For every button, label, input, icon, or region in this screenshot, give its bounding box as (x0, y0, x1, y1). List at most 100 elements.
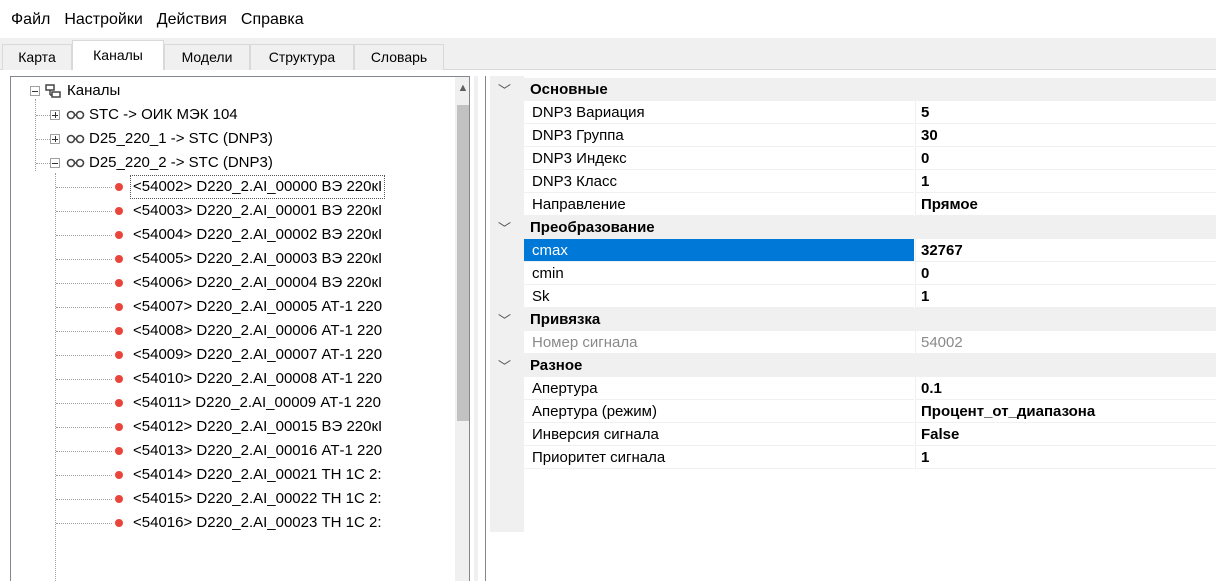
property-name: Инверсия сигнала (524, 423, 914, 446)
tree-item[interactable]: <54002> D220_2.AI_00000 ВЭ 220кI (11, 175, 451, 199)
tab-map[interactable]: Карта (2, 44, 72, 70)
property-value: 54002 (915, 331, 1216, 354)
tree-item[interactable]: <54016> D220_2.AI_00023 ТН 1С 2: (11, 511, 451, 535)
property-name: DNP3 Вариация (524, 101, 914, 124)
status-dot-icon (115, 471, 123, 479)
status-dot-icon (115, 279, 123, 287)
chevron-down-icon[interactable]: ﹀ (498, 80, 511, 99)
property-value[interactable]: Процент_от_диапазона (915, 400, 1216, 423)
menu-file[interactable]: Файл (4, 0, 57, 38)
property-value[interactable]: 1 (915, 170, 1216, 193)
category-binding[interactable]: ﹀ Привязка (490, 308, 1216, 331)
expand-icon[interactable] (50, 110, 60, 120)
property-row: Номер сигнала 54002 (524, 331, 1216, 354)
status-dot-icon (115, 255, 123, 263)
status-dot-icon (115, 519, 123, 527)
status-dot-icon (115, 327, 123, 335)
tree-item-label: <54003> D220_2.AI_00001 ВЭ 220кI (133, 202, 383, 219)
property-row[interactable]: DNP3 Индекс 0 (524, 147, 1216, 170)
tab-models[interactable]: Модели (164, 44, 250, 70)
chevron-down-icon[interactable]: ﹀ (498, 218, 511, 237)
menu-help[interactable]: Справка (234, 0, 311, 38)
network-icon (43, 79, 63, 103)
tree-item[interactable]: <54004> D220_2.AI_00002 ВЭ 220кI (11, 223, 451, 247)
scroll-up-icon[interactable]: ▲ (455, 77, 469, 99)
channel-icon (65, 151, 87, 175)
tree-item[interactable]: <54005> D220_2.AI_00003 ВЭ 220кI (11, 247, 451, 271)
property-value[interactable]: 1 (915, 446, 1216, 469)
property-value[interactable]: 30 (915, 124, 1216, 147)
tree-item[interactable]: <54010> D220_2.AI_00008 АТ-1 220 (11, 367, 451, 391)
tab-channels[interactable]: Каналы (72, 40, 164, 70)
panel-splitter-line (485, 76, 486, 581)
category-main[interactable]: ﹀ Основные (490, 78, 1216, 101)
tree-item[interactable]: <54003> D220_2.AI_00001 ВЭ 220кI (11, 199, 451, 223)
property-value[interactable]: 5 (915, 101, 1216, 124)
property-value[interactable]: False (915, 423, 1216, 446)
property-row[interactable]: Апертура 0.1 (524, 377, 1216, 400)
property-value[interactable]: 0 (915, 147, 1216, 170)
tree-item[interactable]: <54007> D220_2.AI_00005 АТ-1 220 (11, 295, 451, 319)
tree-item[interactable]: <54011> D220_2.AI_00009 АТ-1 220 (11, 391, 451, 415)
tree-item-label: <54005> D220_2.AI_00003 ВЭ 220кI (133, 250, 383, 267)
property-value[interactable]: 0.1 (915, 377, 1216, 400)
collapse-icon[interactable] (30, 86, 40, 96)
property-row[interactable]: Инверсия сигнала False (524, 423, 1216, 446)
chevron-down-icon[interactable]: ﹀ (498, 356, 511, 375)
property-name: DNP3 Индекс (524, 147, 914, 170)
property-name: Апертура (524, 377, 914, 400)
category-label: Основные (530, 81, 608, 98)
tree-item-label: <54008> D220_2.AI_00006 АТ-1 220 (133, 322, 383, 339)
menu-actions[interactable]: Действия (150, 0, 234, 38)
tree-item[interactable]: <54013> D220_2.AI_00016 АТ-1 220 (11, 439, 451, 463)
tree-group[interactable]: STC -> ОИК МЭК 104 (11, 103, 451, 127)
category-label: Привязка (530, 311, 601, 328)
property-row[interactable]: DNP3 Класс 1 (524, 170, 1216, 193)
tree-item[interactable]: <54006> D220_2.AI_00004 ВЭ 220кI (11, 271, 451, 295)
tree-item[interactable]: <54014> D220_2.AI_00021 ТН 1С 2: (11, 463, 451, 487)
property-row[interactable]: DNP3 Вариация 5 (524, 101, 1216, 124)
property-row[interactable]: Sk 1 (524, 285, 1216, 308)
tree-item[interactable]: <54012> D220_2.AI_00015 ВЭ 220кI (11, 415, 451, 439)
property-row[interactable]: cmax 32767 (524, 239, 1216, 262)
status-dot-icon (115, 423, 123, 431)
tree-item-label: <54016> D220_2.AI_00023 ТН 1С 2: (133, 514, 382, 531)
category-misc[interactable]: ﹀ Разное (490, 354, 1216, 377)
channel-icon (65, 127, 87, 151)
property-value[interactable]: 1 (915, 285, 1216, 308)
property-row[interactable]: DNP3 Группа 30 (524, 124, 1216, 147)
tab-dictionary[interactable]: Словарь (354, 44, 444, 70)
channel-tree[interactable]: Каналы STC -> ОИК МЭК 104 D25_220_1 -> S… (10, 76, 470, 581)
tree-item[interactable]: <54015> D220_2.AI_00022 ТН 1С 2: (11, 487, 451, 511)
property-value[interactable]: 0 (915, 262, 1216, 285)
property-row[interactable]: Апертура (режим) Процент_от_диапазона (524, 400, 1216, 423)
property-name: cmin (524, 262, 914, 285)
property-value[interactable]: 32767 (915, 239, 1216, 262)
tree-item-label: <54006> D220_2.AI_00004 ВЭ 220кI (133, 274, 383, 291)
tree-item-label: <54013> D220_2.AI_00016 АТ-1 220 (133, 442, 383, 459)
category-transform[interactable]: ﹀ Преобразование (490, 216, 1216, 239)
tab-structure[interactable]: Структура (250, 44, 354, 70)
property-row[interactable]: Приоритет сигнала 1 (524, 446, 1216, 469)
chevron-down-icon[interactable]: ﹀ (498, 310, 511, 329)
panel-splitter[interactable] (474, 76, 478, 581)
menu-settings[interactable]: Настройки (57, 0, 149, 38)
status-dot-icon (115, 399, 123, 407)
tree-scrollbar[interactable]: ▲ (455, 77, 469, 581)
status-dot-icon (115, 303, 123, 311)
expand-icon[interactable] (50, 134, 60, 144)
status-dot-icon (115, 231, 123, 239)
scroll-thumb[interactable] (457, 105, 469, 421)
collapse-icon[interactable] (50, 158, 60, 168)
property-row[interactable]: cmin 0 (524, 262, 1216, 285)
tree-root[interactable]: Каналы (11, 79, 451, 103)
tree-group[interactable]: D25_220_1 -> STC (DNP3) (11, 127, 451, 151)
tree-group[interactable]: D25_220_2 -> STC (DNP3) (11, 151, 451, 175)
tree-item-label: <54004> D220_2.AI_00002 ВЭ 220кI (133, 226, 383, 243)
tree-item-label: <54002> D220_2.AI_00000 ВЭ 220кI (129, 175, 386, 199)
menu-bar: Файл Настройки Действия Справка (0, 0, 1216, 38)
property-row[interactable]: Направление Прямое (524, 193, 1216, 216)
tree-item[interactable]: <54009> D220_2.AI_00007 АТ-1 220 (11, 343, 451, 367)
tree-item[interactable]: <54008> D220_2.AI_00006 АТ-1 220 (11, 319, 451, 343)
property-value[interactable]: Прямое (915, 193, 1216, 216)
